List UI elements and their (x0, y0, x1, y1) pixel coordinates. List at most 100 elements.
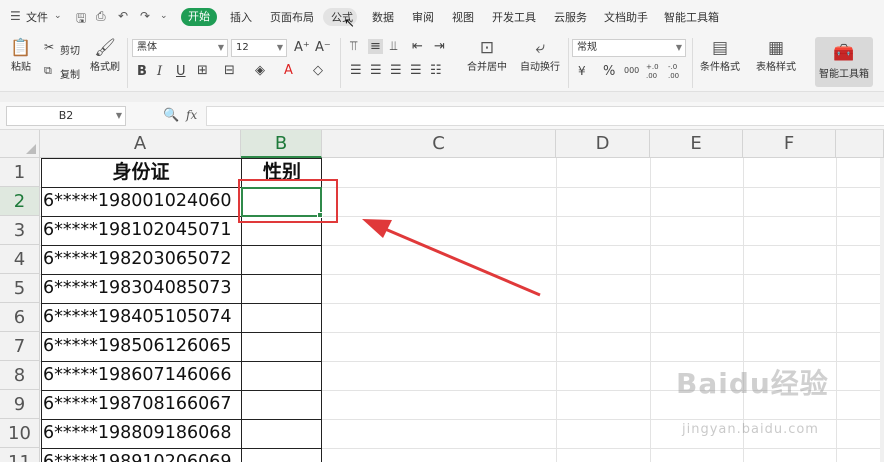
row-header-7[interactable]: 7 (0, 332, 40, 361)
tab-page-layout[interactable]: 页面布局 (270, 9, 314, 25)
row-header-4[interactable]: 4 (0, 245, 40, 274)
wrap-text-button[interactable]: ⤶ 自动换行 (518, 38, 562, 73)
align-middle-icon[interactable]: ≡ (368, 39, 383, 54)
mouse-cursor-icon: ↖ (344, 16, 355, 31)
indent-increase-icon[interactable]: ⇥ (434, 39, 445, 54)
percent-button[interactable]: % (603, 64, 615, 79)
row-header-11[interactable]: 11 (0, 448, 40, 462)
table-style-button[interactable]: ▦ 表格样式 (750, 38, 802, 73)
cell-a3[interactable]: 6*****198102045071 (43, 216, 241, 245)
eraser-icon[interactable]: ◇ (313, 63, 323, 78)
function-icon[interactable]: fx (186, 108, 197, 122)
gridline (556, 158, 557, 462)
row-header-8[interactable]: 8 (0, 361, 40, 390)
italic-button[interactable]: I (157, 64, 162, 79)
align-right-icon[interactable]: ☰ (390, 63, 402, 78)
tab-doc-assistant[interactable]: 文档助手 (604, 9, 648, 25)
shrink-font-button[interactable]: A⁻ (315, 40, 331, 55)
scissors-icon[interactable]: ✂ (44, 40, 54, 54)
conditional-format-button[interactable]: ▤ 条件格式 (696, 38, 744, 73)
number-format-select[interactable]: 常规 ▼ (572, 39, 686, 57)
select-all-corner[interactable] (0, 130, 40, 158)
bold-button[interactable]: B (137, 64, 147, 79)
cell-a11[interactable]: 6*****198910206069 (43, 448, 241, 462)
font-color-icon[interactable]: A (284, 63, 293, 78)
thousands-button[interactable]: 000 (624, 66, 639, 75)
name-box[interactable]: B2 ▼ (6, 106, 126, 126)
grow-font-button[interactable]: A⁺ (294, 40, 310, 55)
row-header-10[interactable]: 10 (0, 419, 40, 448)
cell-a5[interactable]: 6*****198304085073 (43, 274, 241, 303)
column-header-g[interactable] (836, 130, 884, 158)
divider (127, 38, 128, 88)
row-header-6[interactable]: 6 (0, 303, 40, 332)
formula-bar: B2 ▼ 🔍 fx (0, 102, 884, 130)
cut-button[interactable]: 剪切 (60, 42, 80, 57)
tab-home[interactable]: 开始 (181, 8, 217, 26)
column-header-f[interactable]: F (743, 130, 836, 158)
file-menu[interactable]: 文件 (26, 9, 48, 25)
row-header-3[interactable]: 3 (0, 216, 40, 245)
column-header-a[interactable]: A (40, 130, 241, 158)
indent-decrease-icon[interactable]: ⇤ (412, 39, 423, 54)
tab-review[interactable]: 审阅 (412, 9, 434, 25)
cell-a7[interactable]: 6*****198506126065 (43, 332, 241, 361)
vertical-scrollbar[interactable] (880, 158, 884, 462)
hamburger-menu-icon[interactable]: ☰ (10, 9, 21, 23)
cell-a1-header[interactable]: 身份证 (41, 158, 241, 187)
decrease-decimal-button[interactable]: -.0 .00 (668, 63, 688, 81)
align-center-icon[interactable]: ☰ (370, 63, 382, 78)
redo-icon[interactable]: ↷ (140, 9, 150, 23)
merge-center-button[interactable]: ⊡ 合并居中 (460, 38, 514, 73)
customize-toolbar-icon[interactable]: ⌄ (160, 11, 168, 21)
tab-data[interactable]: 数据 (372, 9, 394, 25)
justify-icon[interactable]: ☰ (410, 63, 422, 78)
name-box-value: B2 (58, 109, 74, 122)
fill-color-icon[interactable]: ◈ (255, 63, 265, 78)
cell-a6[interactable]: 6*****198405105074 (43, 303, 241, 332)
copy-button[interactable]: 复制 (60, 66, 80, 81)
smart-toolbox-button[interactable]: 🧰 智能工具箱 (815, 37, 873, 87)
align-left-icon[interactable]: ☰ (350, 63, 362, 78)
baidu-watermark-logo: Baidu经验 (676, 367, 829, 400)
column-header-d[interactable]: D (556, 130, 650, 158)
font-name-select[interactable]: 黑体 ▼ (132, 39, 228, 57)
font-size-select[interactable]: 12 ▼ (231, 39, 287, 57)
row-header-5[interactable]: 5 (0, 274, 40, 303)
row-header-2[interactable]: 2 (0, 187, 40, 216)
tab-cloud-service[interactable]: 云服务 (554, 9, 587, 25)
fill-style-icon[interactable]: ⊟ (224, 63, 235, 78)
save-icon[interactable]: 🖫 (76, 9, 86, 30)
undo-icon[interactable]: ↶ (118, 9, 128, 23)
row-header-9[interactable]: 9 (0, 390, 40, 419)
increase-decimal-button[interactable]: +.0 .00 (646, 63, 666, 81)
cell-a2[interactable]: 6*****198001024060 (43, 187, 241, 216)
cell-a9[interactable]: 6*****198708166067 (43, 390, 241, 419)
border-icon[interactable]: ⊞ (197, 63, 208, 78)
align-top-icon[interactable]: ⫪ (350, 39, 357, 54)
tab-view[interactable]: 视图 (452, 9, 474, 25)
paste-button[interactable]: 📋 粘贴 (6, 38, 36, 73)
print-icon[interactable]: ⎙ (96, 9, 106, 24)
distributed-icon[interactable]: ☷ (430, 63, 442, 78)
row-header-1[interactable]: 1 (0, 158, 40, 187)
cell-a4[interactable]: 6*****198203065072 (43, 245, 241, 274)
underline-button[interactable]: U (176, 64, 186, 79)
formula-input[interactable] (206, 106, 884, 126)
copy-icon[interactable]: ⧉ (44, 64, 52, 78)
column-header-b[interactable]: B (241, 130, 322, 158)
cell-a10[interactable]: 6*****198809186068 (43, 419, 241, 448)
column-header-e[interactable]: E (650, 130, 743, 158)
align-bottom-icon[interactable]: ⫫ (390, 39, 397, 54)
zoom-icon[interactable]: 🔍 (163, 108, 179, 123)
format-painter-button[interactable]: 🖌 格式刷 (88, 38, 122, 73)
column-header-c[interactable]: C (322, 130, 556, 158)
conditional-format-icon: ▤ (711, 38, 729, 58)
currency-button[interactable]: ¥ (578, 64, 586, 78)
chevron-down-icon[interactable]: ⌄ (54, 11, 62, 21)
cell-a8[interactable]: 6*****198607146066 (43, 361, 241, 390)
toolbox-icon: 🧰 (833, 43, 855, 63)
tab-smart-toolbox[interactable]: 智能工具箱 (664, 9, 719, 25)
tab-developer[interactable]: 开发工具 (492, 9, 536, 25)
tab-insert[interactable]: 插入 (230, 9, 252, 25)
